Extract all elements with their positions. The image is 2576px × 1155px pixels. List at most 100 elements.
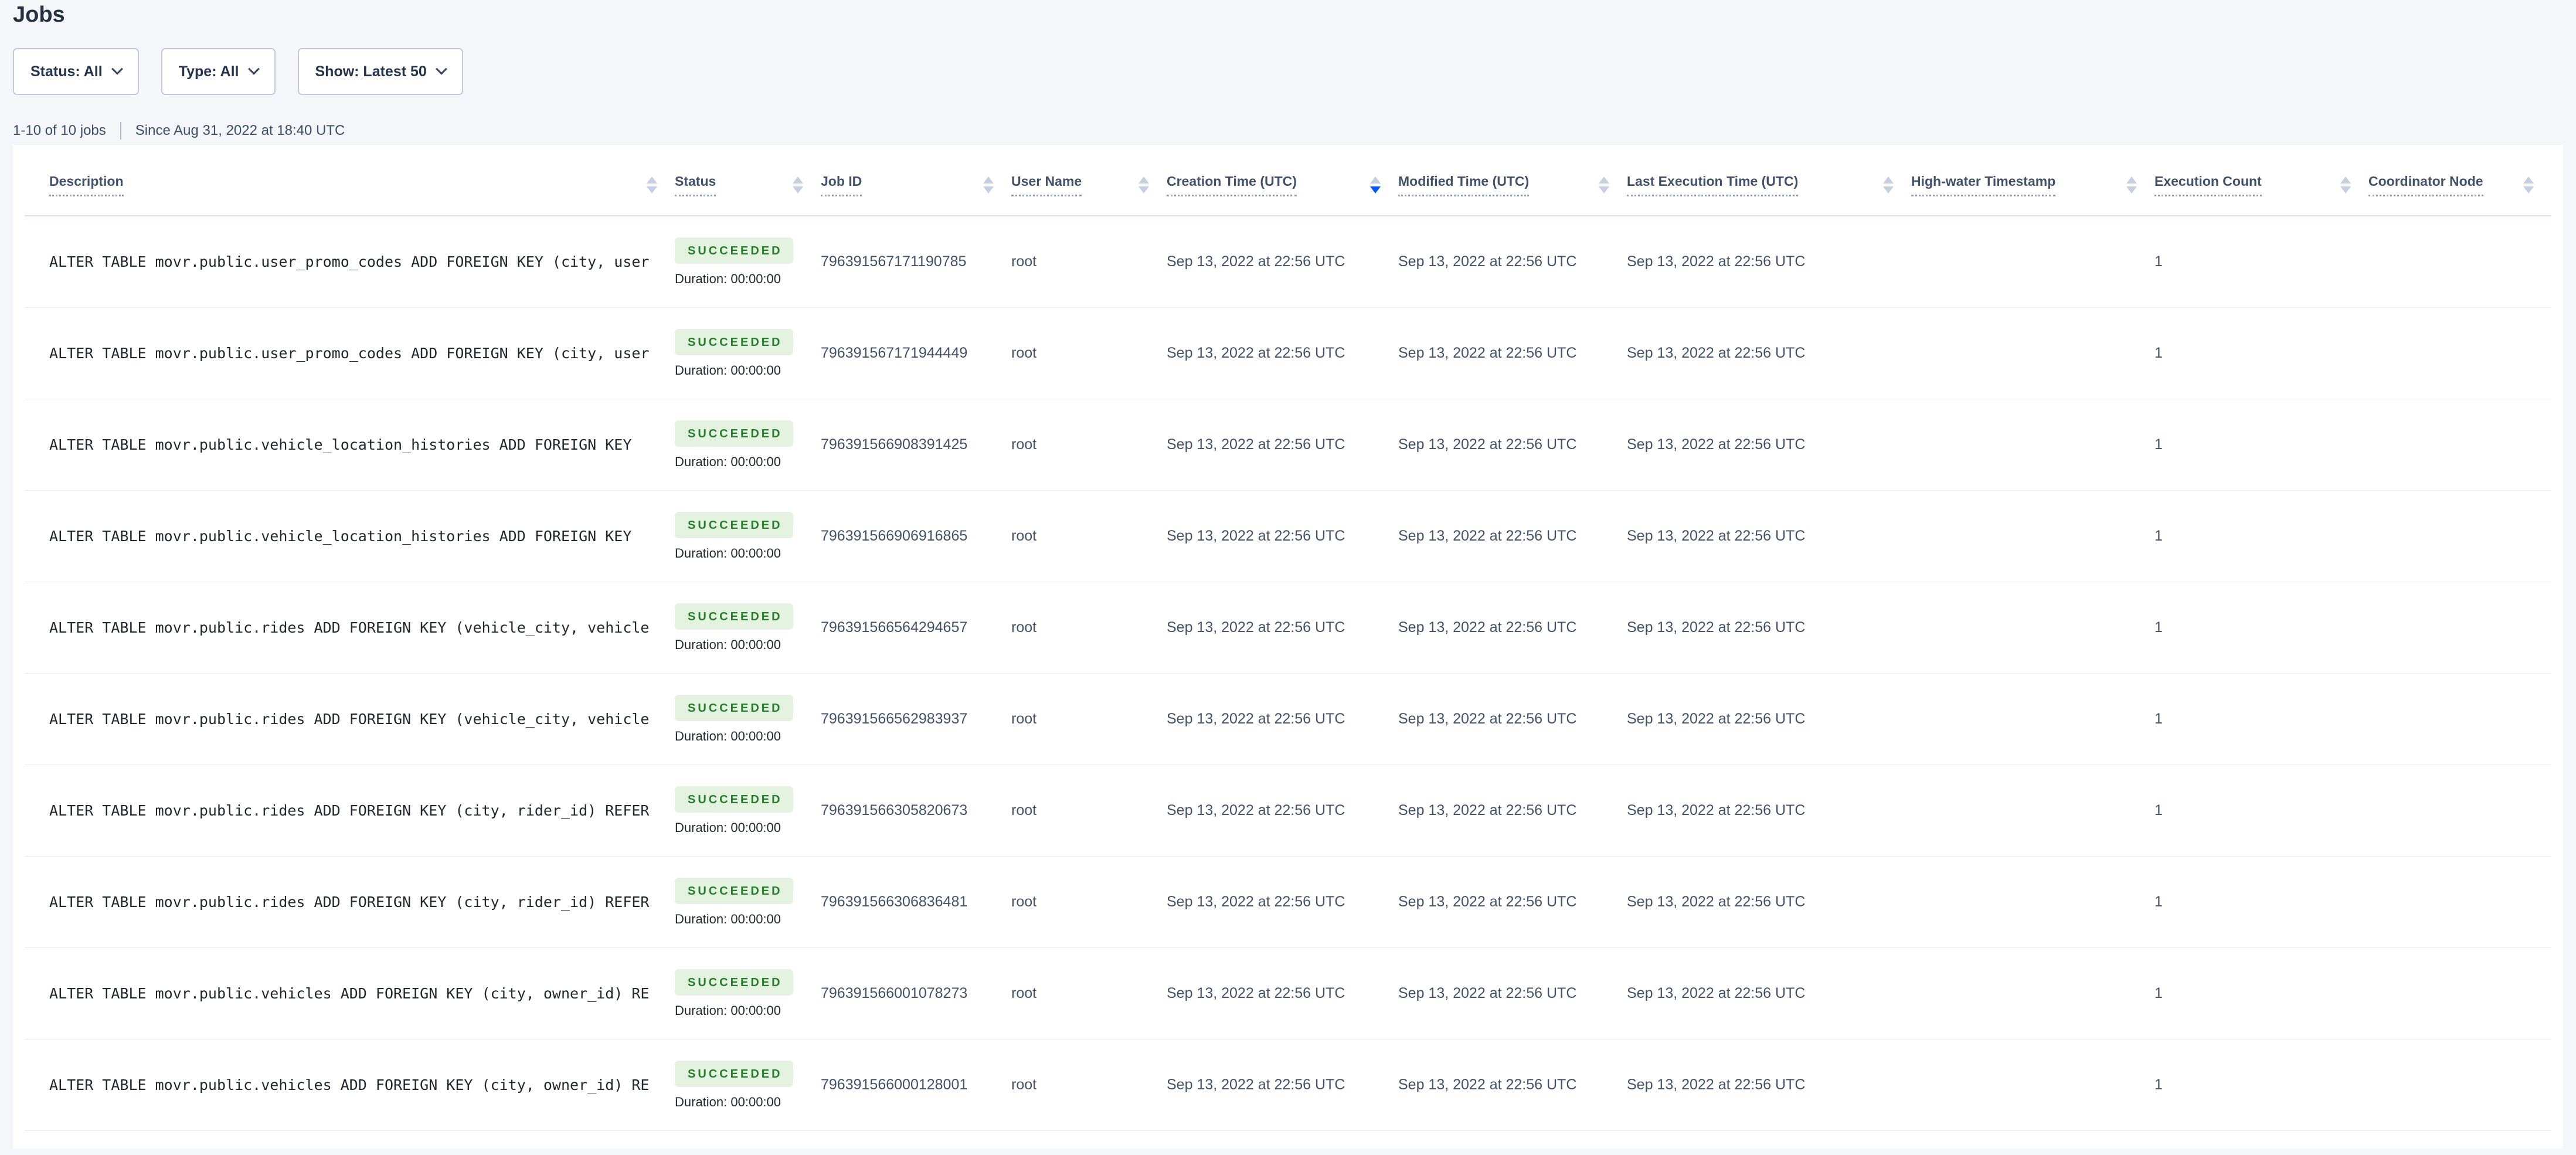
sort-icons (793, 176, 803, 193)
cell-description: ALTER TABLE movr.public.rides ADD FOREIG… (25, 619, 675, 636)
sort-desc-icon (647, 186, 657, 193)
cell-execution-count: 1 (2154, 253, 2368, 270)
sort-desc-icon (1139, 186, 1149, 193)
sort-desc-icon (983, 186, 994, 193)
cell-job-id: 796391566305820673 (821, 802, 1011, 819)
status-badge: SUCCEEDED (675, 420, 793, 447)
job-duration: Duration: 00:00:00 (675, 454, 781, 470)
column-header-execution-count[interactable]: Execution Count (2154, 145, 2368, 215)
sort-icons (1883, 176, 1894, 193)
filter-dropdown-show[interactable]: Show: Latest 50 (298, 48, 463, 95)
column-header-coordinator-node[interactable]: Coordinator Node (2368, 145, 2551, 215)
cell-last-execution-time: Sep 13, 2022 at 22:56 UTC (1627, 711, 1911, 728)
jobs-table: Description StatusJob IDUser NameCreation… (13, 145, 2563, 1149)
cell-job-id: 796391566906916865 (821, 528, 1011, 545)
column-label: Description (49, 174, 124, 196)
cell-modified-time: Sep 13, 2022 at 22:56 UTC (1398, 894, 1627, 911)
cell-last-execution-time: Sep 13, 2022 at 22:56 UTC (1627, 802, 1911, 819)
cell-creation-time: Sep 13, 2022 at 22:56 UTC (1167, 619, 1398, 636)
cell-creation-time: Sep 13, 2022 at 22:56 UTC (1167, 802, 1398, 819)
filter-dropdown-status[interactable]: Status: All (13, 48, 139, 95)
sort-asc-icon (1599, 176, 1609, 184)
sort-asc-icon (1370, 176, 1381, 184)
cell-description: ALTER TABLE movr.public.vehicle_location… (25, 436, 675, 453)
job-duration: Duration: 00:00:00 (675, 363, 781, 378)
cell-creation-time: Sep 13, 2022 at 22:56 UTC (1167, 894, 1398, 911)
status-badge: SUCCEEDED (675, 695, 793, 721)
cell-execution-count: 1 (2154, 528, 2368, 545)
sort-desc-icon (2126, 186, 2137, 193)
cell-modified-time: Sep 13, 2022 at 22:56 UTC (1398, 1076, 1627, 1093)
column-header-high-water-timestamp[interactable]: High-water Timestamp (1911, 145, 2154, 215)
chevron-down-icon (436, 63, 447, 75)
cell-description: ALTER TABLE movr.public.user_promo_codes… (25, 253, 675, 270)
cell-status: SUCCEEDEDDuration: 00:00:00 (675, 237, 821, 287)
jobs-page: Jobs Status: All Type: All Show: Latest 50… (0, 0, 2576, 1149)
cell-description: ALTER TABLE movr.public.rides ADD FOREIG… (25, 802, 675, 819)
column-header-description[interactable]: Description (25, 145, 675, 215)
cell-last-execution-time: Sep 13, 2022 at 22:56 UTC (1627, 253, 1911, 270)
cell-creation-time: Sep 13, 2022 at 22:56 UTC (1167, 528, 1398, 545)
table-row: ALTER TABLE movr.public.vehicles ADD FOR… (25, 1040, 2551, 1131)
sort-asc-icon (793, 176, 803, 184)
sort-icons (647, 176, 657, 193)
table-row: ALTER TABLE movr.public.rides ADD FOREIG… (25, 674, 2551, 765)
cell-creation-time: Sep 13, 2022 at 22:56 UTC (1167, 985, 1398, 1002)
column-header-job-id[interactable]: Job ID (821, 145, 1011, 215)
cell-user-name: root (1011, 711, 1167, 728)
table-body: ALTER TABLE movr.public.user_promo_codes… (25, 216, 2551, 1131)
column-header-last-execution-time[interactable]: Last Execution Time (UTC) (1627, 145, 1911, 215)
page-title: Jobs (13, 0, 2563, 27)
cell-modified-time: Sep 13, 2022 at 22:56 UTC (1398, 619, 1627, 636)
cell-last-execution-time: Sep 13, 2022 at 22:56 UTC (1627, 894, 1911, 911)
cell-job-id: 796391566306836481 (821, 894, 1011, 911)
filter-dropdown-type[interactable]: Type: All (161, 48, 276, 95)
cell-modified-time: Sep 13, 2022 at 22:56 UTC (1398, 711, 1627, 728)
cell-last-execution-time: Sep 13, 2022 at 22:56 UTC (1627, 1076, 1911, 1093)
status-badge: SUCCEEDED (675, 603, 793, 630)
sort-icons (983, 176, 994, 193)
job-duration: Duration: 00:00:00 (675, 729, 781, 744)
job-duration: Duration: 00:00:00 (675, 820, 781, 835)
cell-user-name: root (1011, 1076, 1167, 1093)
sort-desc-icon (1883, 186, 1894, 193)
cell-job-id: 796391567171944449 (821, 345, 1011, 362)
table-row: ALTER TABLE movr.public.rides ADD FOREIG… (25, 765, 2551, 857)
sort-desc-icon (2340, 186, 2351, 193)
sort-desc-icon (1370, 186, 1381, 193)
job-duration: Duration: 00:00:00 (675, 1003, 781, 1018)
table-row: ALTER TABLE movr.public.vehicles ADD FOR… (25, 948, 2551, 1040)
cell-description: ALTER TABLE movr.public.vehicles ADD FOR… (25, 985, 675, 1002)
status-badge: SUCCEEDED (675, 969, 793, 996)
cell-status: SUCCEEDEDDuration: 00:00:00 (675, 603, 821, 653)
cell-job-id: 796391566908391425 (821, 436, 1011, 453)
results-count: 1-10 of 10 jobs (13, 123, 106, 139)
cell-modified-time: Sep 13, 2022 at 22:56 UTC (1398, 436, 1627, 453)
sort-asc-icon (2126, 176, 2137, 184)
filter-dropdown-label: Show: Latest 50 (315, 63, 427, 80)
sort-icons (1370, 176, 1381, 193)
cell-description: ALTER TABLE movr.public.rides ADD FOREIG… (25, 711, 675, 728)
summary-divider (120, 122, 121, 140)
cell-last-execution-time: Sep 13, 2022 at 22:56 UTC (1627, 985, 1911, 1002)
sort-asc-icon (2340, 176, 2351, 184)
cell-creation-time: Sep 13, 2022 at 22:56 UTC (1167, 253, 1398, 270)
column-header-status[interactable]: Status (675, 145, 821, 215)
sort-asc-icon (1883, 176, 1894, 184)
sort-icons (2523, 176, 2534, 193)
sort-icons (2126, 176, 2137, 193)
cell-execution-count: 1 (2154, 1076, 2368, 1093)
cell-last-execution-time: Sep 13, 2022 at 22:56 UTC (1627, 436, 1911, 453)
column-header-creation-time[interactable]: Creation Time (UTC) (1167, 145, 1398, 215)
column-label: Modified Time (UTC) (1398, 174, 1529, 196)
cell-creation-time: Sep 13, 2022 at 22:56 UTC (1167, 436, 1398, 453)
cell-status: SUCCEEDEDDuration: 00:00:00 (675, 1061, 821, 1110)
sort-icons (1139, 176, 1149, 193)
sort-icons (2340, 176, 2351, 193)
sort-desc-icon (1599, 186, 1609, 193)
column-header-user-name[interactable]: User Name (1011, 145, 1167, 215)
cell-status: SUCCEEDED Duration: 00:00:00 (675, 420, 821, 470)
sort-desc-icon (793, 186, 803, 193)
cell-last-execution-time: Sep 13, 2022 at 22:56 UTC (1627, 528, 1911, 545)
column-header-modified-time[interactable]: Modified Time (UTC) (1398, 145, 1627, 215)
